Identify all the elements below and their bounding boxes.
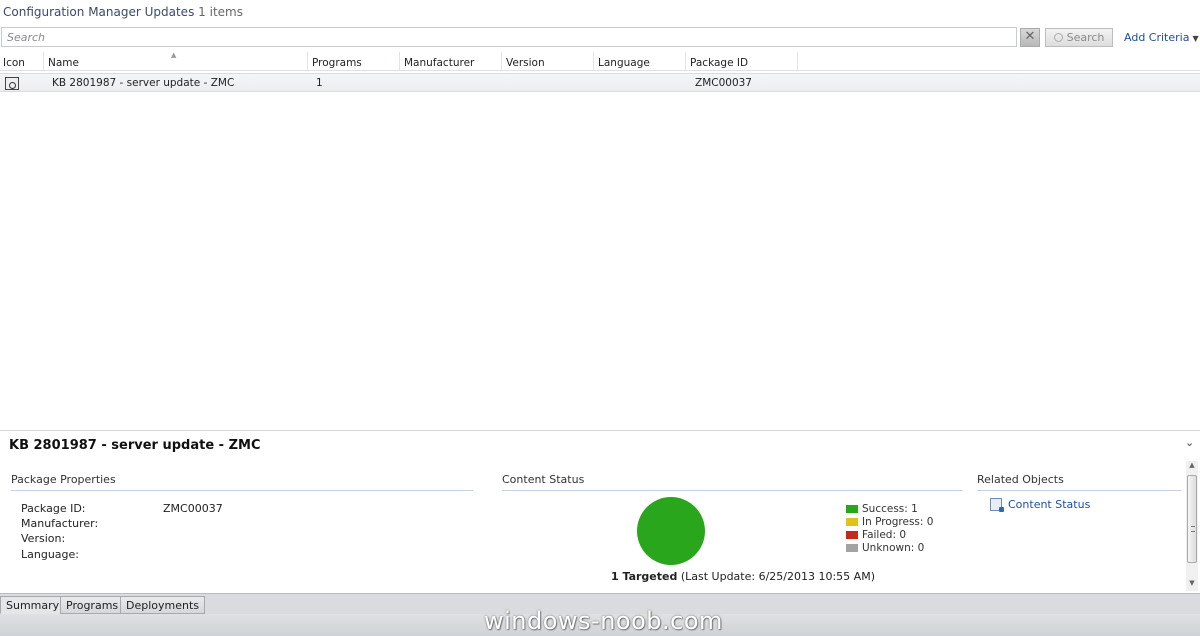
collapse-chevron-icon[interactable]: ⌄: [1185, 436, 1194, 449]
legend-failed-label: Failed: 0: [862, 529, 907, 541]
legend-success-label: Success: 1: [862, 503, 918, 515]
tab-deployments[interactable]: Deployments: [120, 596, 206, 614]
targeted-summary: 1 Targeted (Last Update: 6/25/2013 10:55…: [611, 570, 875, 583]
search-icon: [1053, 33, 1063, 42]
package-id-label: Package ID:: [21, 502, 86, 515]
package-properties-header: Package Properties: [11, 473, 473, 491]
scrollbar-thumb[interactable]: [1187, 475, 1197, 563]
table-row[interactable]: KB 2801987 - server update - ZMC 1 ZMC00…: [0, 73, 1200, 92]
chevron-down-icon: ▼: [1192, 34, 1199, 43]
results-count: 1 items: [198, 5, 243, 19]
search-button-label: Search: [1066, 31, 1105, 44]
tab-summary[interactable]: Summary: [0, 596, 66, 614]
details-pane: KB 2801987 - server update - ZMC ⌄ Packa…: [0, 430, 1200, 593]
column-header-name[interactable]: Name: [45, 52, 308, 71]
column-header-version[interactable]: Version: [503, 52, 594, 71]
results-title: Configuration Manager Updates 1 items: [0, 0, 1200, 26]
legend-unknown: Unknown: 0: [846, 542, 924, 554]
search-bar: ✕ Search Add Criteria▼: [0, 27, 1200, 49]
results-title-label: Configuration Manager Updates: [3, 5, 195, 19]
column-header-programs[interactable]: Programs: [309, 52, 400, 71]
row-name: KB 2801987 - server update - ZMC: [52, 77, 235, 89]
grid-header: ▲ Icon Name Programs Manufacturer Versio…: [0, 51, 1200, 71]
pie-slice-success: [637, 497, 705, 565]
language-label: Language:: [21, 548, 79, 561]
add-criteria-label: Add Criteria: [1124, 31, 1190, 44]
manufacturer-label: Manufacturer:: [21, 517, 99, 530]
column-header-language[interactable]: Language: [595, 52, 686, 71]
content-status-icon: [990, 498, 1004, 512]
row-programs: 1: [316, 77, 323, 89]
legend-swatch-failed: [846, 531, 858, 539]
details-scrollbar[interactable]: ▲ ▼: [1186, 461, 1198, 591]
tab-programs[interactable]: Programs: [60, 596, 125, 614]
legend-in-progress: In Progress: 0: [846, 516, 933, 528]
grip-icon: [1191, 526, 1195, 532]
legend-success: Success: 1: [846, 503, 918, 515]
column-header-icon[interactable]: Icon: [0, 52, 44, 71]
version-label: Version:: [21, 532, 66, 545]
content-status-link[interactable]: Content Status: [990, 498, 1091, 512]
package-icon: [5, 77, 19, 90]
watermark: windows-noob.com: [484, 607, 723, 635]
legend-swatch-in-progress: [846, 518, 858, 526]
content-status-header: Content Status: [502, 473, 963, 491]
content-status-pie: [637, 497, 705, 565]
legend-swatch-unknown: [846, 544, 858, 552]
related-objects-header: Related Objects: [977, 473, 1181, 491]
package-id-value: ZMC00037: [163, 502, 223, 515]
legend-in-progress-label: In Progress: 0: [862, 516, 934, 528]
scroll-up-icon[interactable]: ▲: [1186, 461, 1198, 473]
column-header-manufacturer[interactable]: Manufacturer: [401, 52, 502, 71]
legend-failed: Failed: 0: [846, 529, 906, 541]
add-criteria-button[interactable]: Add Criteria ▼: [1124, 31, 1199, 44]
legend-unknown-label: Unknown: 0: [862, 542, 925, 554]
row-package-id: ZMC00037: [695, 77, 752, 89]
targeted-count: 1 Targeted: [611, 570, 678, 583]
details-title: KB 2801987 - server update - ZMC: [9, 438, 261, 453]
last-update: (Last Update: 6/25/2013 10:55 AM): [680, 570, 875, 583]
clear-search-button[interactable]: ✕: [1020, 28, 1040, 47]
search-button[interactable]: Search: [1045, 28, 1113, 47]
content-status-link-label: Content Status: [1008, 498, 1091, 511]
search-input[interactable]: [1, 27, 1017, 47]
legend-swatch-success: [846, 505, 858, 513]
column-header-package-id[interactable]: Package ID: [687, 52, 798, 71]
scroll-down-icon[interactable]: ▼: [1186, 579, 1198, 591]
close-icon: ✕: [1024, 29, 1036, 44]
